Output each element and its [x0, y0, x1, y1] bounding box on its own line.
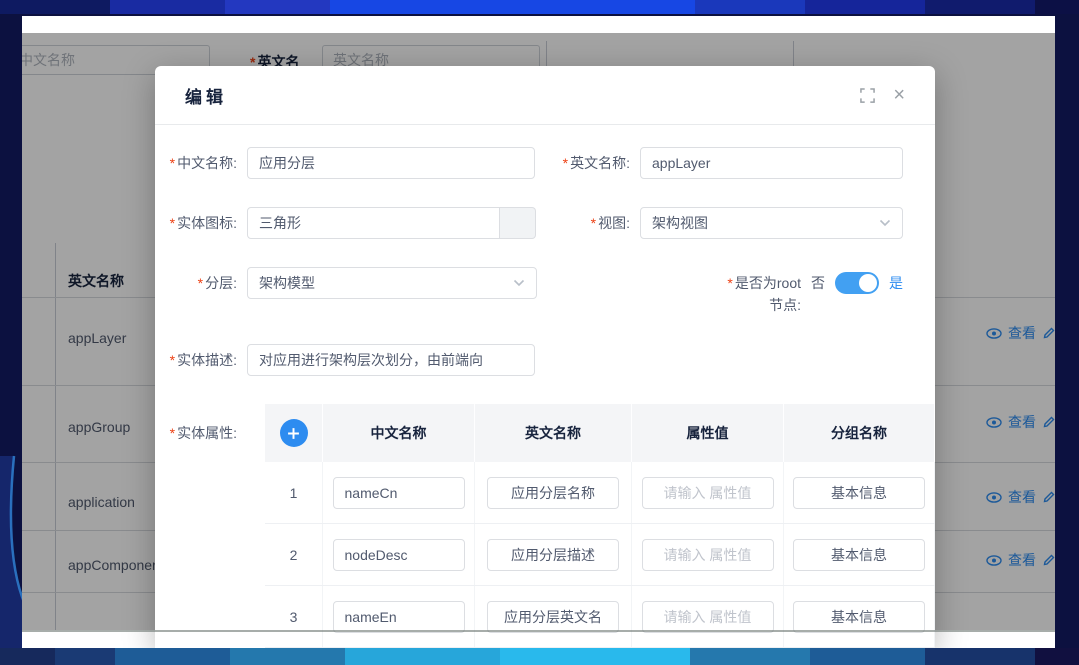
- attr-cn-input[interactable]: [333, 477, 465, 509]
- root-node-label: *是否为root节点:: [725, 267, 801, 316]
- screenshot-seam-line: [22, 630, 1055, 632]
- attr-cn-input[interactable]: [333, 539, 465, 571]
- fullscreen-icon[interactable]: [860, 88, 875, 103]
- toggle-on-text: 是: [889, 273, 903, 293]
- view-link[interactable]: 查看: [1008, 550, 1036, 570]
- edit-pencil-icon: [1042, 490, 1055, 504]
- attr-group-input[interactable]: [793, 539, 925, 571]
- bg-row-actions[interactable]: 查看: [986, 323, 1055, 343]
- entity-desc-label: *实体描述:: [163, 344, 237, 376]
- toggle-knob: [859, 274, 877, 292]
- bg-table-header-en-name: 英文名称: [68, 271, 124, 291]
- attribute-row: 2: [265, 524, 935, 586]
- modal-title: 编辑: [185, 83, 227, 108]
- modal-body: *中文名称: *英文名称: *实体图标: *视图: 架: [155, 125, 935, 648]
- col-header: 属性值: [632, 404, 784, 462]
- layer-label: *分层:: [163, 267, 237, 299]
- attr-value-input[interactable]: [642, 601, 774, 633]
- plus-icon: [287, 427, 300, 440]
- bg-table-cell: appGroup: [68, 419, 130, 435]
- frame-bottom-band: [0, 648, 1079, 665]
- attr-en-input[interactable]: [487, 477, 619, 509]
- col-header: 分组名称: [784, 404, 935, 462]
- eye-icon: [986, 555, 1002, 566]
- attr-group-input[interactable]: [793, 601, 925, 633]
- eye-icon: [986, 492, 1002, 503]
- icon-picker-button[interactable]: [500, 207, 536, 239]
- frame-top-band: [0, 0, 1079, 14]
- en-name-label: *英文名称:: [554, 147, 630, 179]
- row-index: 1: [265, 462, 323, 523]
- add-attribute-button[interactable]: [280, 419, 308, 447]
- bg-row-actions[interactable]: 查看: [986, 412, 1055, 432]
- close-icon[interactable]: ×: [893, 85, 905, 105]
- screenshot-frame: *英文名 英文名称 appLayer appGroup application …: [0, 0, 1079, 665]
- chevron-down-icon: [879, 219, 891, 227]
- view-link[interactable]: 查看: [1008, 487, 1036, 507]
- edit-pencil-icon: [1042, 326, 1055, 340]
- view-link[interactable]: 查看: [1008, 323, 1036, 343]
- col-header: 中文名称: [323, 404, 475, 462]
- bg-row-actions[interactable]: 查看: [986, 487, 1055, 507]
- entity-desc-input[interactable]: [247, 344, 535, 376]
- attr-value-input[interactable]: [642, 539, 774, 571]
- bg-table-cell: application: [68, 494, 135, 510]
- eye-icon: [986, 417, 1002, 428]
- view-link[interactable]: 查看: [1008, 412, 1036, 432]
- eye-icon: [986, 328, 1002, 339]
- cn-name-label: *中文名称:: [163, 147, 237, 179]
- row-index: 3: [265, 586, 323, 647]
- bg-table-cell: appComponer: [68, 557, 157, 573]
- view-label: *视图:: [554, 207, 630, 239]
- entity-icon-input[interactable]: [247, 207, 500, 239]
- toggle-off-text: 否: [811, 273, 825, 293]
- chevron-down-icon: [513, 279, 525, 287]
- attribute-row: 1: [265, 462, 935, 524]
- modal-header: 编辑 ×: [155, 66, 935, 125]
- bg-table-cell: appLayer: [68, 330, 126, 346]
- en-name-input[interactable]: [640, 147, 903, 179]
- attribute-table: 中文名称 英文名称 属性值 分组名称 1 2: [265, 404, 935, 648]
- edit-pencil-icon: [1042, 553, 1055, 567]
- edit-pencil-icon: [1042, 415, 1055, 429]
- bg-row-actions[interactable]: 查看: [986, 550, 1055, 570]
- attr-en-input[interactable]: [487, 601, 619, 633]
- attr-group-input[interactable]: [793, 477, 925, 509]
- row-index: 2: [265, 524, 323, 585]
- cn-name-input[interactable]: [247, 147, 535, 179]
- edit-modal: 编辑 × *中文名称: *英文名称:: [155, 66, 935, 648]
- entity-icon-label: *实体图标:: [163, 207, 237, 239]
- attr-cn-input[interactable]: [333, 601, 465, 633]
- view-select[interactable]: 架构视图: [640, 207, 903, 239]
- layer-select[interactable]: 架构模型: [247, 267, 537, 299]
- entity-attrs-label: *实体属性:: [163, 404, 237, 648]
- attr-en-input[interactable]: [487, 539, 619, 571]
- attribute-row: 3: [265, 586, 935, 648]
- attr-value-input[interactable]: [642, 477, 774, 509]
- attribute-table-header: 中文名称 英文名称 属性值 分组名称: [265, 404, 935, 462]
- bg-table-border: [55, 243, 56, 630]
- root-toggle[interactable]: [835, 272, 879, 294]
- col-header: 英文名称: [475, 404, 632, 462]
